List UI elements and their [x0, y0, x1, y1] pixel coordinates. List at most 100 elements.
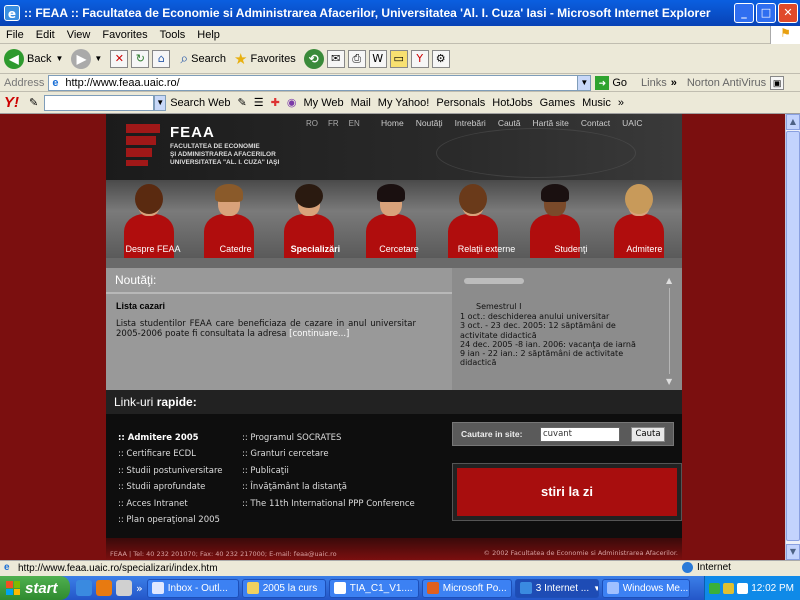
cat-relatii-externe[interactable]: Relaţii externe	[458, 244, 516, 254]
games-button[interactable]: Games	[540, 97, 575, 109]
nav-harta-site[interactable]: Hartă site	[533, 118, 569, 128]
scroll-thumb[interactable]	[786, 131, 800, 541]
menu-edit[interactable]: Edit	[36, 29, 55, 41]
link-certificare-ecdl[interactable]: :: Certificare ECDL	[118, 446, 222, 462]
tray-network-icon[interactable]	[709, 582, 721, 594]
norton-icon[interactable]: ▣	[770, 75, 785, 90]
links-label[interactable]: Links	[641, 77, 667, 89]
lang-en[interactable]: EN	[349, 119, 360, 128]
scroll-down-arrow-icon[interactable]: ▼	[786, 544, 800, 560]
research-icon[interactable]: ⚙	[431, 49, 450, 68]
site-search-button[interactable]: Cauta	[631, 427, 665, 442]
address-dropdown-icon[interactable]: ▼	[577, 74, 592, 91]
my-yahoo-button[interactable]: My Yahoo!	[378, 97, 430, 109]
print-icon[interactable]: ⎙	[347, 49, 366, 68]
lang-fr[interactable]: FR	[328, 119, 339, 128]
forward-button[interactable]: ▶ ▼	[71, 48, 102, 69]
site-search-input[interactable]: cuvant	[540, 427, 620, 442]
quick-launch-more-icon[interactable]: »	[136, 582, 143, 595]
cat-despre-feaa[interactable]: Despre FEAA	[126, 244, 181, 254]
scroll-up-icon[interactable]: ▲	[666, 276, 672, 285]
cat-admitere[interactable]: Admitere	[626, 244, 662, 254]
start-button[interactable]: start	[0, 576, 70, 600]
yahoo-search-input[interactable]	[44, 94, 155, 111]
link-studii-postuniversitare[interactable]: :: Studii postuniversitare	[118, 463, 222, 479]
refresh-icon[interactable]: ↻	[131, 49, 150, 68]
task-powerpoint[interactable]: Microsoft Po...	[421, 578, 512, 598]
popup-blocker-icon[interactable]: ◉	[287, 96, 297, 109]
tray-security-icon[interactable]	[723, 582, 735, 594]
link-studii-aprofundate[interactable]: :: Studii aprofundate	[118, 479, 222, 495]
task-inbox-outlook[interactable]: Inbox - Outl...	[146, 578, 239, 598]
link-ppp-conference[interactable]: :: The 11th International PPP Conference	[242, 496, 415, 512]
yahoo-search-dropdown-icon[interactable]: ▼	[154, 94, 167, 111]
nav-home[interactable]: Home	[381, 118, 404, 128]
menu-view[interactable]: View	[67, 29, 91, 41]
home-icon[interactable]: ⌂	[152, 49, 171, 68]
highlight-icon[interactable]: ✎	[238, 96, 247, 109]
calendar-scroller[interactable]: ▲ ▼	[666, 276, 674, 386]
favorites-button[interactable]: ★ Favorites	[234, 50, 296, 68]
menu-help[interactable]: Help	[197, 29, 220, 41]
link-admitere-2005[interactable]: :: Admitere 2005	[118, 430, 222, 446]
search-button[interactable]: ⌕ Search	[180, 50, 226, 67]
back-dropdown-icon[interactable]: ▼	[55, 54, 63, 63]
link-granturi-cercetare[interactable]: :: Granturi cercetare	[242, 446, 415, 462]
scroll-up-arrow-icon[interactable]: ▲	[786, 114, 800, 130]
menu-favorites[interactable]: Favorites	[102, 29, 147, 41]
nav-contact[interactable]: Contact	[581, 118, 610, 128]
menu-file[interactable]: File	[6, 29, 24, 41]
edit-icon[interactable]: W	[368, 49, 387, 68]
cat-cercetare[interactable]: Cercetare	[379, 244, 419, 254]
link-publicatii[interactable]: :: Publicaţii	[242, 463, 415, 479]
tray-volume-icon[interactable]	[737, 582, 749, 594]
link-acces-intranet[interactable]: :: Acces Intranet	[118, 496, 222, 512]
nav-uaic[interactable]: UAIC	[622, 118, 642, 128]
back-button[interactable]: ◀ Back ▼	[4, 48, 63, 69]
toolbar-options-icon[interactable]: ☰	[254, 96, 264, 109]
forward-dropdown-icon[interactable]: ▼	[94, 54, 102, 63]
stop-icon[interactable]: ✕	[110, 49, 129, 68]
link-invatamant-distanta[interactable]: :: Învăţământ la distanţă	[242, 479, 415, 495]
nav-cauta[interactable]: Caută	[498, 118, 521, 128]
link-plan-operational[interactable]: :: Plan operaţional 2005	[118, 512, 222, 528]
pencil-icon[interactable]: ✎	[29, 96, 38, 109]
page-scrollbar[interactable]: ▲ ▼	[785, 114, 800, 560]
feaa-logo-icon[interactable]	[126, 124, 160, 166]
yahoo-messenger-icon[interactable]: Y	[410, 49, 429, 68]
anti-spy-icon[interactable]: ✚	[271, 96, 280, 109]
window-title-bar[interactable]: e :: FEAA :: Facultatea de Economie si A…	[0, 0, 800, 26]
quicklaunch-media-icon[interactable]	[116, 580, 132, 596]
search-web-button[interactable]: Search Web	[170, 97, 230, 109]
scroll-down-icon[interactable]: ▼	[666, 377, 672, 386]
close-button[interactable]: ✕	[778, 3, 798, 23]
cat-specializari[interactable]: Specializări	[291, 244, 341, 254]
mail-icon[interactable]: ✉	[326, 49, 345, 68]
discuss-icon[interactable]: ▭	[389, 49, 408, 68]
quicklaunch-firefox-icon[interactable]	[96, 580, 112, 596]
stiri-la-zi-button[interactable]: stiri la zi	[457, 468, 677, 516]
address-input[interactable]: http://www.feaa.uaic.ro/	[48, 74, 579, 91]
links-chevron-icon[interactable]: »	[671, 77, 677, 89]
continuare-link[interactable]: [continuare...]	[289, 329, 349, 339]
music-button[interactable]: Music	[582, 97, 611, 109]
task-windows-media[interactable]: Windows Me...	[601, 578, 690, 598]
more-chevron-icon[interactable]: »	[618, 97, 624, 109]
link-socrates[interactable]: :: Programul SOCRATES	[242, 430, 415, 446]
mail-button[interactable]: Mail	[351, 97, 371, 109]
news-item-title[interactable]: Lista cazari	[116, 301, 416, 311]
yahoo-logo-icon[interactable]: Y!	[4, 94, 19, 111]
go-button[interactable]: ➜ Go	[595, 75, 627, 90]
my-web-button[interactable]: My Web	[303, 97, 343, 109]
personals-button[interactable]: Personals	[436, 97, 485, 109]
lang-ro[interactable]: RO	[306, 119, 318, 128]
task-internet-explorer[interactable]: 3 Internet ...▼	[514, 578, 599, 598]
task-tia-doc[interactable]: TIA_C1_V1....	[328, 578, 419, 598]
cat-studenti[interactable]: Studenţi	[554, 244, 587, 254]
norton-antivirus[interactable]: Norton AntiVirus	[687, 77, 766, 89]
hotjobs-button[interactable]: HotJobs	[492, 97, 532, 109]
nav-noutati[interactable]: Noutăţi	[416, 118, 443, 128]
history-icon[interactable]: ⟲	[303, 48, 324, 69]
quicklaunch-ie-icon[interactable]	[76, 580, 92, 596]
cat-catedre[interactable]: Catedre	[220, 244, 252, 254]
